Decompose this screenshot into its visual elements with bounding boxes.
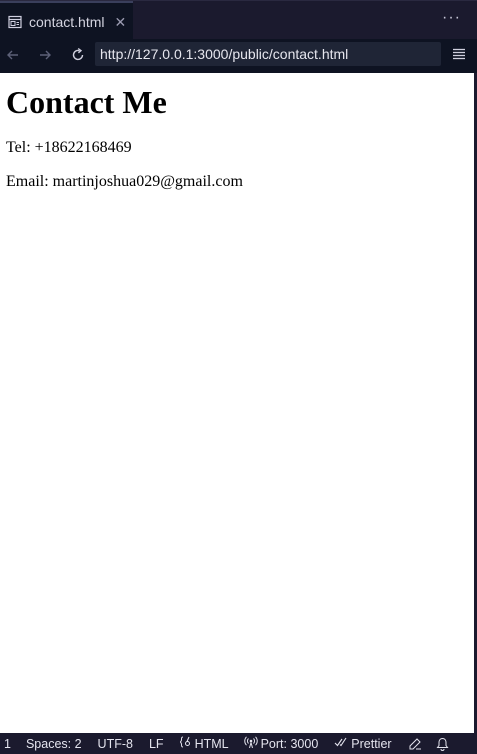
reload-icon[interactable] — [68, 45, 88, 65]
preview-icon — [8, 15, 22, 29]
status-encoding[interactable]: UTF-8 — [98, 737, 133, 751]
close-icon[interactable]: ✕ — [114, 15, 126, 29]
page-viewport: Contact Me Tel: +18622168469 Email: mart… — [0, 73, 474, 733]
email-text: Email: martinjoshua029@gmail.com — [6, 173, 243, 190]
feedback-icon[interactable] — [408, 737, 422, 751]
status-eol[interactable]: LF — [149, 737, 164, 751]
status-prettier-label: Prettier — [351, 736, 392, 751]
double-check-icon — [334, 736, 348, 751]
status-language-label: HTML — [194, 736, 229, 751]
status-spaces[interactable]: Spaces: 2 — [26, 737, 82, 751]
status-port-label: Port: 3000 — [260, 736, 319, 751]
status-bar: 1 Spaces: 2 UTF-8 LF HTML Port: 3000 Pre… — [0, 733, 477, 754]
page-heading: Contact Me — [6, 84, 167, 120]
bell-icon[interactable] — [436, 737, 449, 751]
more-actions-icon[interactable]: ··· — [442, 9, 461, 27]
url-input[interactable]: http://127.0.0.1:3000/public/contact.htm… — [95, 42, 441, 66]
tab-label: contact.html — [29, 13, 105, 30]
forward-arrow-icon[interactable] — [35, 45, 55, 65]
tab-contact-html[interactable]: contact.html ✕ — [0, 1, 133, 40]
status-line[interactable]: 1 — [4, 737, 11, 751]
app-window: contact.html ✕ ··· http://127.0.0.1:3000… — [0, 0, 477, 754]
status-language[interactable]: HTML — [179, 736, 229, 751]
navigation-bar: http://127.0.0.1:3000/public/contact.htm… — [0, 39, 477, 73]
braces-icon — [179, 736, 192, 751]
status-port[interactable]: Port: 3000 — [243, 736, 319, 751]
broadcast-icon — [243, 736, 258, 751]
phone-text: Tel: +18622168469 — [6, 139, 132, 156]
status-prettier[interactable]: Prettier — [334, 736, 392, 751]
tab-bar: contact.html ✕ ··· — [0, 0, 477, 40]
back-arrow-icon[interactable] — [3, 45, 23, 65]
menu-icon[interactable] — [451, 46, 467, 62]
